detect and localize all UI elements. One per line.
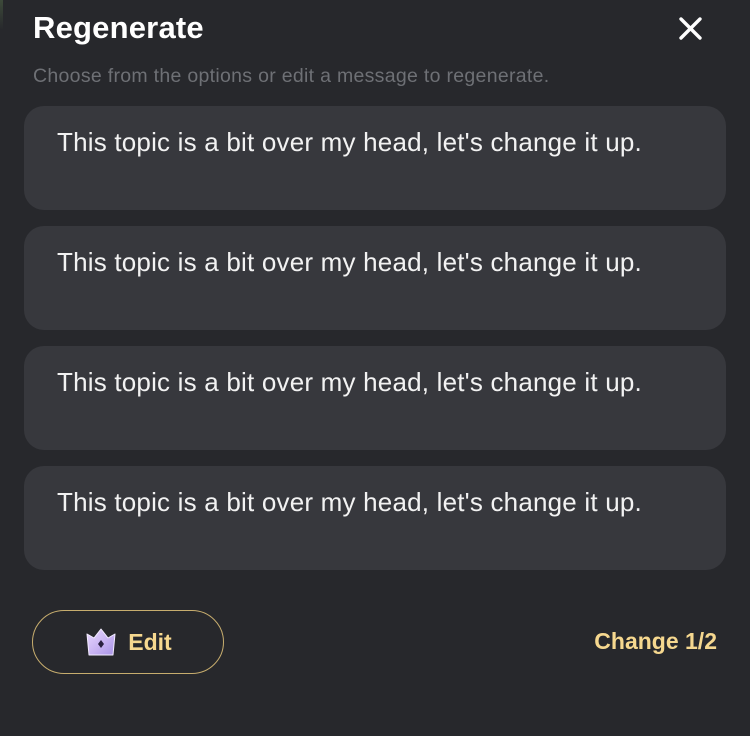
close-button[interactable] (671, 10, 709, 48)
option-text: This topic is a bit over my head, let's … (57, 487, 642, 517)
change-button[interactable]: Change 1/2 (594, 628, 717, 655)
options-list: This topic is a bit over my head, let's … (24, 106, 726, 586)
regenerate-dialog: Regenerate Choose from the options or ed… (0, 0, 750, 736)
option-text: This topic is a bit over my head, let's … (57, 247, 642, 277)
dialog-title: Regenerate (33, 10, 204, 45)
option-card[interactable]: This topic is a bit over my head, let's … (24, 106, 726, 210)
option-card[interactable]: This topic is a bit over my head, let's … (24, 466, 726, 570)
dialog-subtitle: Choose from the options or edit a messag… (33, 65, 550, 87)
option-card[interactable]: This topic is a bit over my head, let's … (24, 346, 726, 450)
close-icon (679, 17, 702, 40)
background-edge (0, 0, 3, 30)
option-text: This topic is a bit over my head, let's … (57, 127, 642, 157)
option-card[interactable]: This topic is a bit over my head, let's … (24, 226, 726, 330)
edit-label: Edit (128, 628, 172, 655)
edit-button[interactable]: Edit (32, 610, 224, 674)
crown-icon (86, 628, 116, 656)
option-text: This topic is a bit over my head, let's … (57, 367, 642, 397)
